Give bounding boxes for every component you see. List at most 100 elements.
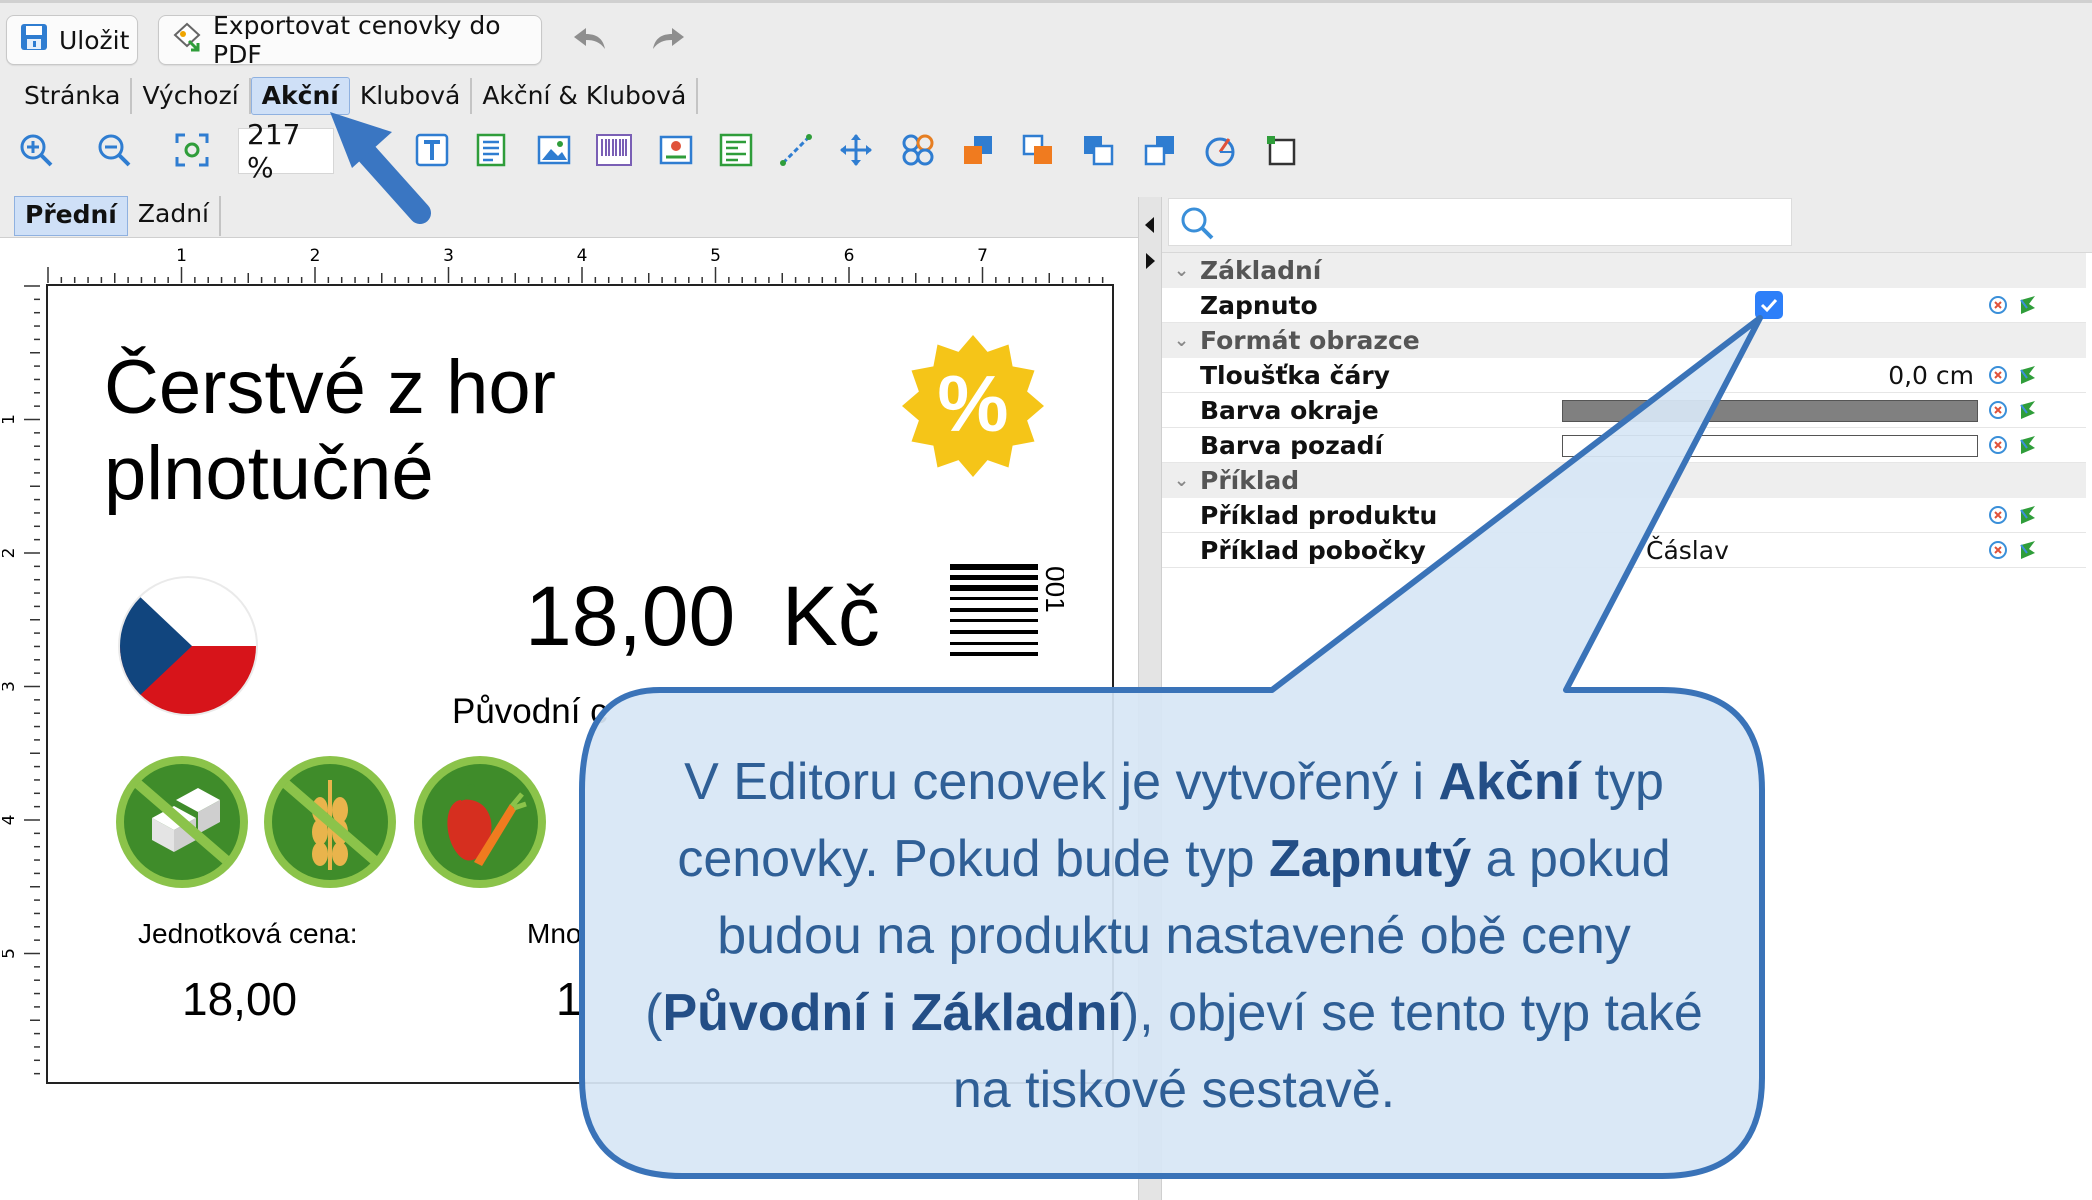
group-zakladni[interactable]: ⌄ Základní <box>1162 253 2086 288</box>
reset-icon[interactable] <box>1987 293 2009 322</box>
pick-icon[interactable] <box>2017 538 2039 567</box>
chevron-down-icon: ⌄ <box>1174 260 1190 281</box>
callout-segment-bold: Akční <box>1438 753 1581 811</box>
label-original-price-label[interactable]: Původní c <box>452 692 608 732</box>
group-format-obrazce[interactable]: ⌄ Formát obrazce <box>1162 323 2086 358</box>
rotate-tool-icon[interactable] <box>1200 130 1240 170</box>
line-tool-icon[interactable] <box>776 130 816 170</box>
prop-row-tloustka-cary: Tloušťka čáry 0,0 cm <box>1162 358 2086 393</box>
send-backward-icon[interactable] <box>1078 130 1118 170</box>
prop-row-priklad-pobocky: Příklad pobočky Čáslav <box>1162 533 2086 568</box>
reset-icon[interactable] <box>1987 363 2009 392</box>
barcode-bar <box>950 597 1038 600</box>
ruler-label: 3 <box>443 246 454 266</box>
barcode-digits: 001 <box>1040 566 1064 613</box>
barcode-bar <box>950 575 1038 580</box>
bring-front-icon[interactable] <box>958 130 998 170</box>
prop-label: Zapnuto <box>1200 290 1318 320</box>
group-label: Příklad <box>1200 466 1300 495</box>
prop-actions <box>1987 398 2039 427</box>
horizontal-ruler: 1 2 3 4 5 6 7 <box>47 246 1104 283</box>
group-priklad[interactable]: ⌄ Příklad <box>1162 463 2086 498</box>
chevron-down-icon: ⌄ <box>1174 470 1190 491</box>
save-button[interactable]: Uložit <box>6 15 138 65</box>
quantity-value[interactable]: 1 <box>556 972 582 1026</box>
export-pdf-button[interactable]: Exportovat cenovky do PDF <box>158 11 542 69</box>
gluten-free-icon[interactable] <box>262 754 398 890</box>
zoom-level-field[interactable]: 217 % <box>238 118 334 184</box>
vegetable-icon[interactable] <box>412 754 548 890</box>
ruler-label: 1 <box>176 246 187 266</box>
tab-akcni-klubova[interactable]: Akční & Klubová <box>472 78 699 114</box>
pick-icon[interactable] <box>2017 433 2039 462</box>
ruler-label: 7 <box>977 246 988 266</box>
export-pdf-icon <box>171 21 203 59</box>
zoom-in-icon[interactable] <box>16 130 56 170</box>
line-width-value[interactable]: 0,0 cm <box>1842 361 1974 390</box>
barcode-bar <box>950 564 1038 570</box>
label-currency: Kč <box>781 569 880 663</box>
label-product-title[interactable]: Čerstvé z hor plnotučné <box>104 345 556 517</box>
reset-icon[interactable] <box>1987 538 2009 567</box>
label-title-line1: Čerstvé z hor <box>104 345 556 430</box>
ruler-label: 6 <box>844 246 855 266</box>
zoom-out-icon[interactable] <box>94 130 134 170</box>
reset-icon[interactable] <box>1987 433 2009 462</box>
prop-actions <box>1987 538 2039 567</box>
quantity-label[interactable]: Mno <box>527 918 581 950</box>
prop-actions <box>1987 503 2039 532</box>
unit-price-value[interactable]: 18,00 <box>182 972 297 1026</box>
label-price[interactable]: 18,00 Kč <box>525 568 880 665</box>
map-tool-icon[interactable] <box>656 130 696 170</box>
bring-forward-icon[interactable] <box>1018 130 1058 170</box>
czech-flag-icon[interactable] <box>118 576 258 716</box>
prop-row-barva-okraje: Barva okraje <box>1162 393 2086 428</box>
pick-icon[interactable] <box>2017 363 2039 392</box>
move-tool-icon[interactable] <box>836 130 876 170</box>
prop-row-priklad-produktu: Příklad produktu <box>1162 498 2086 533</box>
barcode-bar <box>950 585 1038 591</box>
reset-icon[interactable] <box>1987 398 2009 427</box>
crop-tool-icon[interactable] <box>1262 130 1302 170</box>
background-color-swatch[interactable] <box>1562 435 1978 457</box>
barcode-bar <box>950 652 1038 656</box>
barcode-bar <box>950 619 1038 622</box>
table-tool-icon[interactable] <box>716 130 756 170</box>
main-toolbar: Uložit Exportovat cenovky do PDF <box>0 0 2092 70</box>
editor-tools <box>0 122 1340 182</box>
tab-predni[interactable]: Přední <box>14 196 128 236</box>
tab-zadni[interactable]: Zadní <box>128 196 221 236</box>
barcode-tool-icon[interactable] <box>594 130 634 170</box>
redo-icon[interactable] <box>650 23 688 61</box>
unit-price-label[interactable]: Jednotková cena: <box>138 918 358 950</box>
callout-segment-bold: Zapnutý <box>1268 830 1472 888</box>
reset-icon[interactable] <box>1987 503 2009 532</box>
border-color-swatch[interactable] <box>1562 400 1978 422</box>
enabled-checkbox[interactable] <box>1755 291 1783 319</box>
undo-icon[interactable] <box>570 23 608 61</box>
image-tool-icon[interactable] <box>534 130 574 170</box>
property-search-input[interactable] <box>1168 198 1792 246</box>
pick-icon[interactable] <box>2017 293 2039 322</box>
pick-icon[interactable] <box>2017 503 2039 532</box>
discount-badge-icon[interactable]: % <box>900 333 1046 479</box>
ruler-label: 5 <box>710 246 721 266</box>
rich-text-tool-icon[interactable] <box>472 130 512 170</box>
no-sugar-icon[interactable] <box>114 754 250 890</box>
send-back-icon[interactable] <box>1140 130 1180 170</box>
group-tool-icon[interactable] <box>898 130 938 170</box>
tab-akcni[interactable]: Akční <box>250 77 350 115</box>
barcode-graphic[interactable]: 001 <box>948 562 1064 686</box>
tab-vychozi[interactable]: Výchozí <box>132 78 251 114</box>
zoom-fit-icon[interactable] <box>172 130 212 170</box>
tab-stranka[interactable]: Stránka <box>14 78 133 114</box>
text-tool-icon[interactable] <box>412 130 452 170</box>
example-branch-value[interactable]: Čáslav <box>1646 536 1729 565</box>
prop-label: Příklad pobočky <box>1200 535 1426 565</box>
tab-klubova[interactable]: Klubová <box>350 78 473 114</box>
barcode-bar <box>950 642 1038 645</box>
ruler-label: 2 <box>2 548 19 559</box>
pick-icon[interactable] <box>2017 398 2039 427</box>
ruler-label: 4 <box>577 246 588 266</box>
save-icon <box>19 22 49 58</box>
